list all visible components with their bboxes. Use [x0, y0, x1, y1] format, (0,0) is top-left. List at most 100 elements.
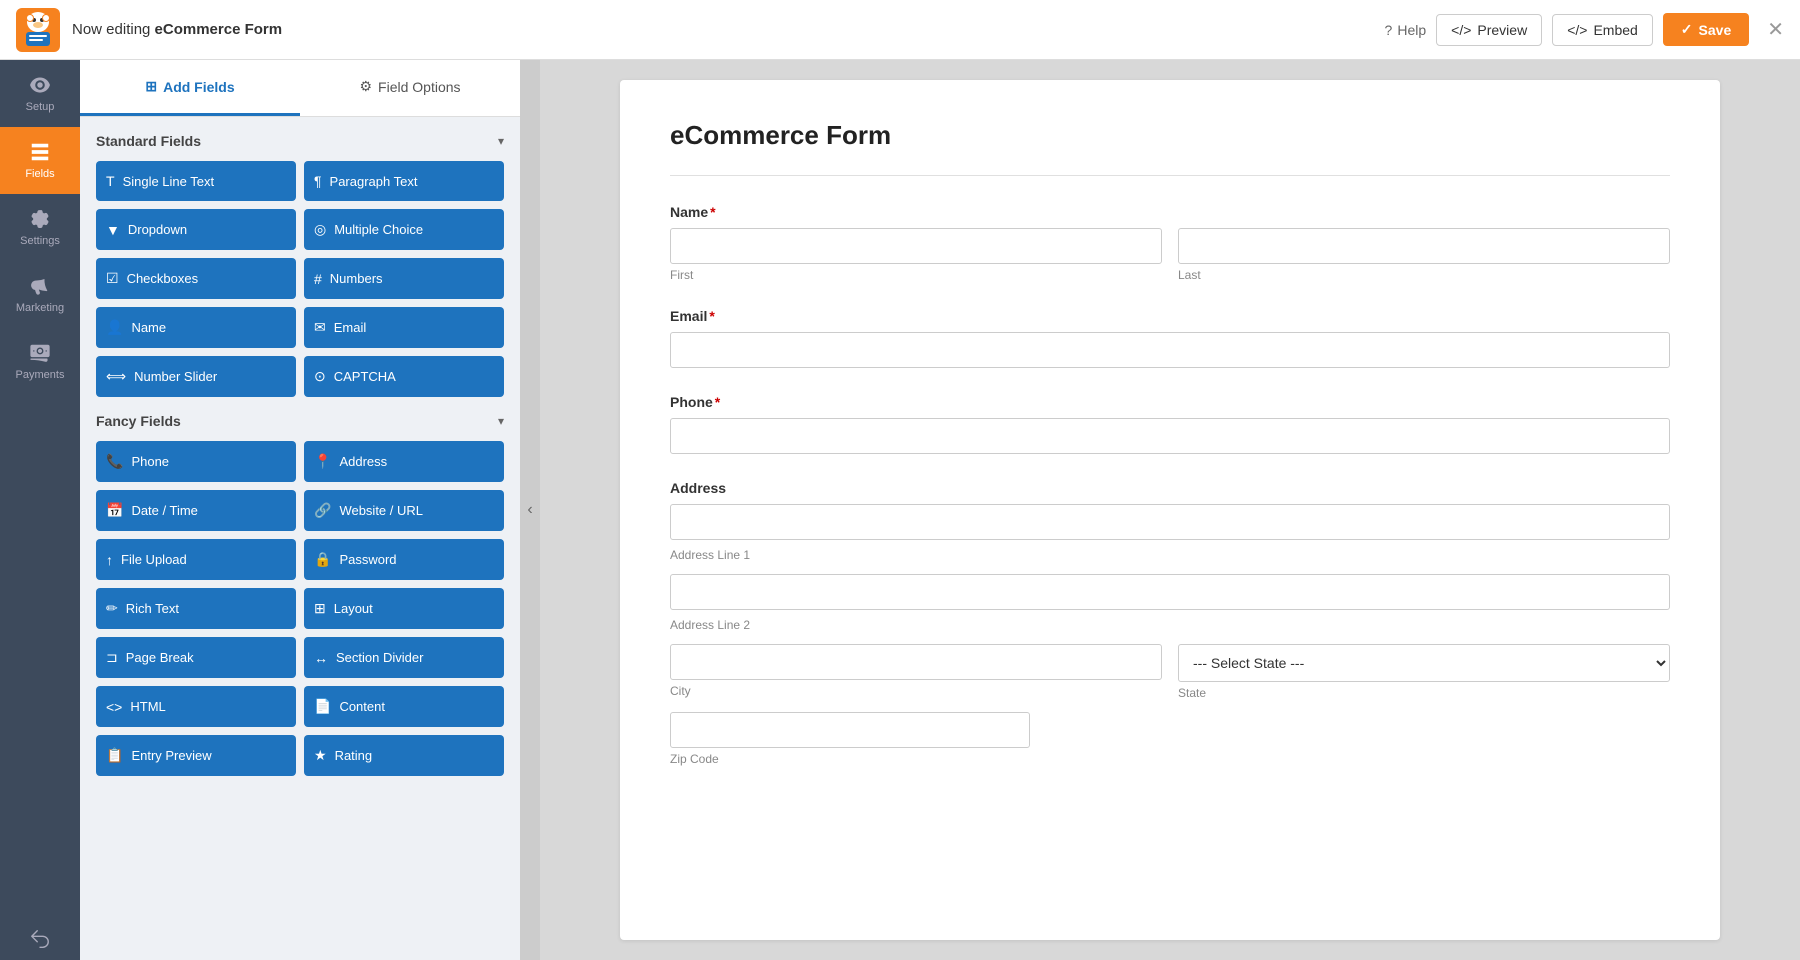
address-label: Address [670, 480, 1670, 496]
sidebar-item-undo[interactable] [0, 914, 80, 960]
field-label-numbers: Numbers [330, 271, 383, 286]
field-btn-layout[interactable]: ⊞Layout [304, 588, 504, 629]
field-label-rich-text: Rich Text [126, 601, 179, 616]
form-canvas: eCommerce Form Name* First Last [620, 80, 1720, 940]
tab-add-fields[interactable]: ⊞ Add Fields [80, 60, 300, 116]
zip-input[interactable] [670, 712, 1030, 748]
help-icon: ? [1385, 22, 1393, 38]
section-header-standard[interactable]: Standard Fields▾ [96, 133, 504, 149]
field-icon-phone: 📞 [106, 453, 123, 470]
main-layout: Setup Fields Settings Marketing Payments… [0, 60, 1800, 960]
field-label-file-upload: File Upload [121, 552, 187, 567]
field-btn-address[interactable]: 📍 Address [304, 441, 504, 482]
field-btn-name[interactable]: 👤Name [96, 307, 296, 348]
field-btn-rich-text[interactable]: ✏Rich Text [96, 588, 296, 629]
field-icon-single-line-text: T [106, 173, 115, 189]
field-btn-phone[interactable]: 📞Phone [96, 441, 296, 482]
phone-input[interactable] [670, 418, 1670, 454]
sidebar-item-marketing[interactable]: Marketing [0, 261, 80, 328]
field-icon-captcha: ⊙ [314, 368, 326, 385]
email-field-group: Email* [670, 308, 1670, 368]
form-title: eCommerce Form [670, 120, 1670, 151]
sidebar-item-settings[interactable]: Settings [0, 194, 80, 261]
address-line2-sublabel: Address Line 2 [670, 618, 1670, 632]
field-icon-address: 📍 [314, 453, 331, 470]
field-btn-single-line-text[interactable]: TSingle Line Text [96, 161, 296, 201]
field-btn-section-divider[interactable]: ↔Section Divider [304, 637, 504, 678]
fields-label: Fields [25, 168, 54, 180]
collapse-panel-button[interactable]: ‹ [520, 60, 540, 960]
field-label-paragraph-text: Paragraph Text [330, 174, 418, 189]
phone-field-group: Phone* [670, 394, 1670, 454]
field-label-entry-preview: Entry Preview [131, 748, 211, 763]
email-label: Email* [670, 308, 1670, 324]
last-name-col: Last [1178, 228, 1670, 282]
field-btn-entry-preview[interactable]: 📋Entry Preview [96, 735, 296, 776]
field-btn-multiple-choice[interactable]: ◎Multiple Choice [304, 209, 504, 250]
checkmark-icon: ✓ [1681, 21, 1693, 38]
field-label-address: Address [339, 454, 387, 469]
address-line1-input[interactable] [670, 504, 1670, 540]
field-btn-password[interactable]: 🔒Password [304, 539, 504, 580]
sidebar-item-setup[interactable]: Setup [0, 60, 80, 127]
section-header-fancy[interactable]: Fancy Fields▾ [96, 413, 504, 429]
field-label-html: HTML [130, 699, 165, 714]
name-row: First Last [670, 228, 1670, 282]
tab-field-options[interactable]: ⚙ Field Options [300, 60, 520, 116]
field-options-icon: ⚙ [359, 78, 372, 95]
help-button[interactable]: ? Help [1385, 22, 1427, 38]
sidebar-item-fields[interactable]: Fields [0, 127, 80, 194]
first-name-input[interactable] [670, 228, 1162, 264]
marketing-label: Marketing [16, 302, 64, 314]
field-btn-content[interactable]: 📄Content [304, 686, 504, 727]
field-btn-website-url[interactable]: 🔗Website / URL [304, 490, 504, 531]
state-select[interactable]: --- Select State --- AlabamaAlaskaArizon… [1178, 644, 1670, 682]
form-canvas-wrap: eCommerce Form Name* First Last [540, 60, 1800, 960]
field-btn-numbers[interactable]: # Numbers [304, 258, 504, 299]
address-line1-sublabel: Address Line 1 [670, 548, 1670, 562]
city-input[interactable] [670, 644, 1162, 680]
chevron-icon: ▾ [498, 414, 504, 428]
field-btn-date-time[interactable]: 📅 Date / Time [96, 490, 296, 531]
field-grid-fancy: 📞Phone 📍 Address 📅 Date / Time 🔗Website / URL… [96, 441, 504, 776]
field-icon-section-divider: ↔ [314, 650, 328, 666]
preview-button[interactable]: </> Preview [1436, 14, 1542, 46]
save-button[interactable]: ✓ Save [1663, 13, 1749, 46]
sidebar-item-payments[interactable]: Payments [0, 328, 80, 395]
state-col: --- Select State --- AlabamaAlaskaArizon… [1178, 644, 1670, 700]
field-btn-file-upload[interactable]: ↑File Upload [96, 539, 296, 580]
field-icon-website-url: 🔗 [314, 502, 331, 519]
field-btn-html[interactable]: <>HTML [96, 686, 296, 727]
preview-icon: </> [1451, 22, 1471, 38]
field-icon-numbers: # [314, 271, 322, 287]
field-label-date-time: Date / Time [131, 503, 197, 518]
email-input[interactable] [670, 332, 1670, 368]
first-name-col: First [670, 228, 1162, 282]
close-button[interactable]: ✕ [1767, 17, 1784, 42]
city-col: City [670, 644, 1162, 700]
field-label-layout: Layout [334, 601, 373, 616]
embed-button[interactable]: </> Embed [1552, 14, 1653, 46]
field-btn-number-slider[interactable]: ⟺Number Slider [96, 356, 296, 397]
required-star: * [709, 308, 714, 324]
field-btn-page-break[interactable]: ⊐Page Break [96, 637, 296, 678]
address-field-group: Address Address Line 1 Address Line 2 Ci… [670, 480, 1670, 766]
required-star: * [710, 204, 715, 220]
field-btn-checkboxes[interactable]: ☑Checkboxes [96, 258, 296, 299]
field-icon-rating: ★ [314, 747, 327, 764]
field-icon-name: 👤 [106, 319, 123, 336]
panel-tabs: ⊞ Add Fields ⚙ Field Options [80, 60, 520, 117]
last-name-input[interactable] [1178, 228, 1670, 264]
field-icon-date-time: 📅 [106, 502, 123, 519]
city-sublabel: City [670, 684, 1162, 698]
chevron-icon: ▾ [498, 134, 504, 148]
city-state-row: City --- Select State --- AlabamaAlaskaA… [670, 644, 1670, 700]
logo [16, 8, 60, 52]
field-btn-email[interactable]: ✉Email [304, 307, 504, 348]
field-btn-captcha[interactable]: ⊙CAPTCHA [304, 356, 504, 397]
field-label-checkboxes: Checkboxes [127, 271, 199, 286]
address-line2-input[interactable] [670, 574, 1670, 610]
field-btn-paragraph-text[interactable]: ¶Paragraph Text [304, 161, 504, 201]
field-btn-dropdown[interactable]: ▼Dropdown [96, 209, 296, 250]
field-btn-rating[interactable]: ★Rating [304, 735, 504, 776]
